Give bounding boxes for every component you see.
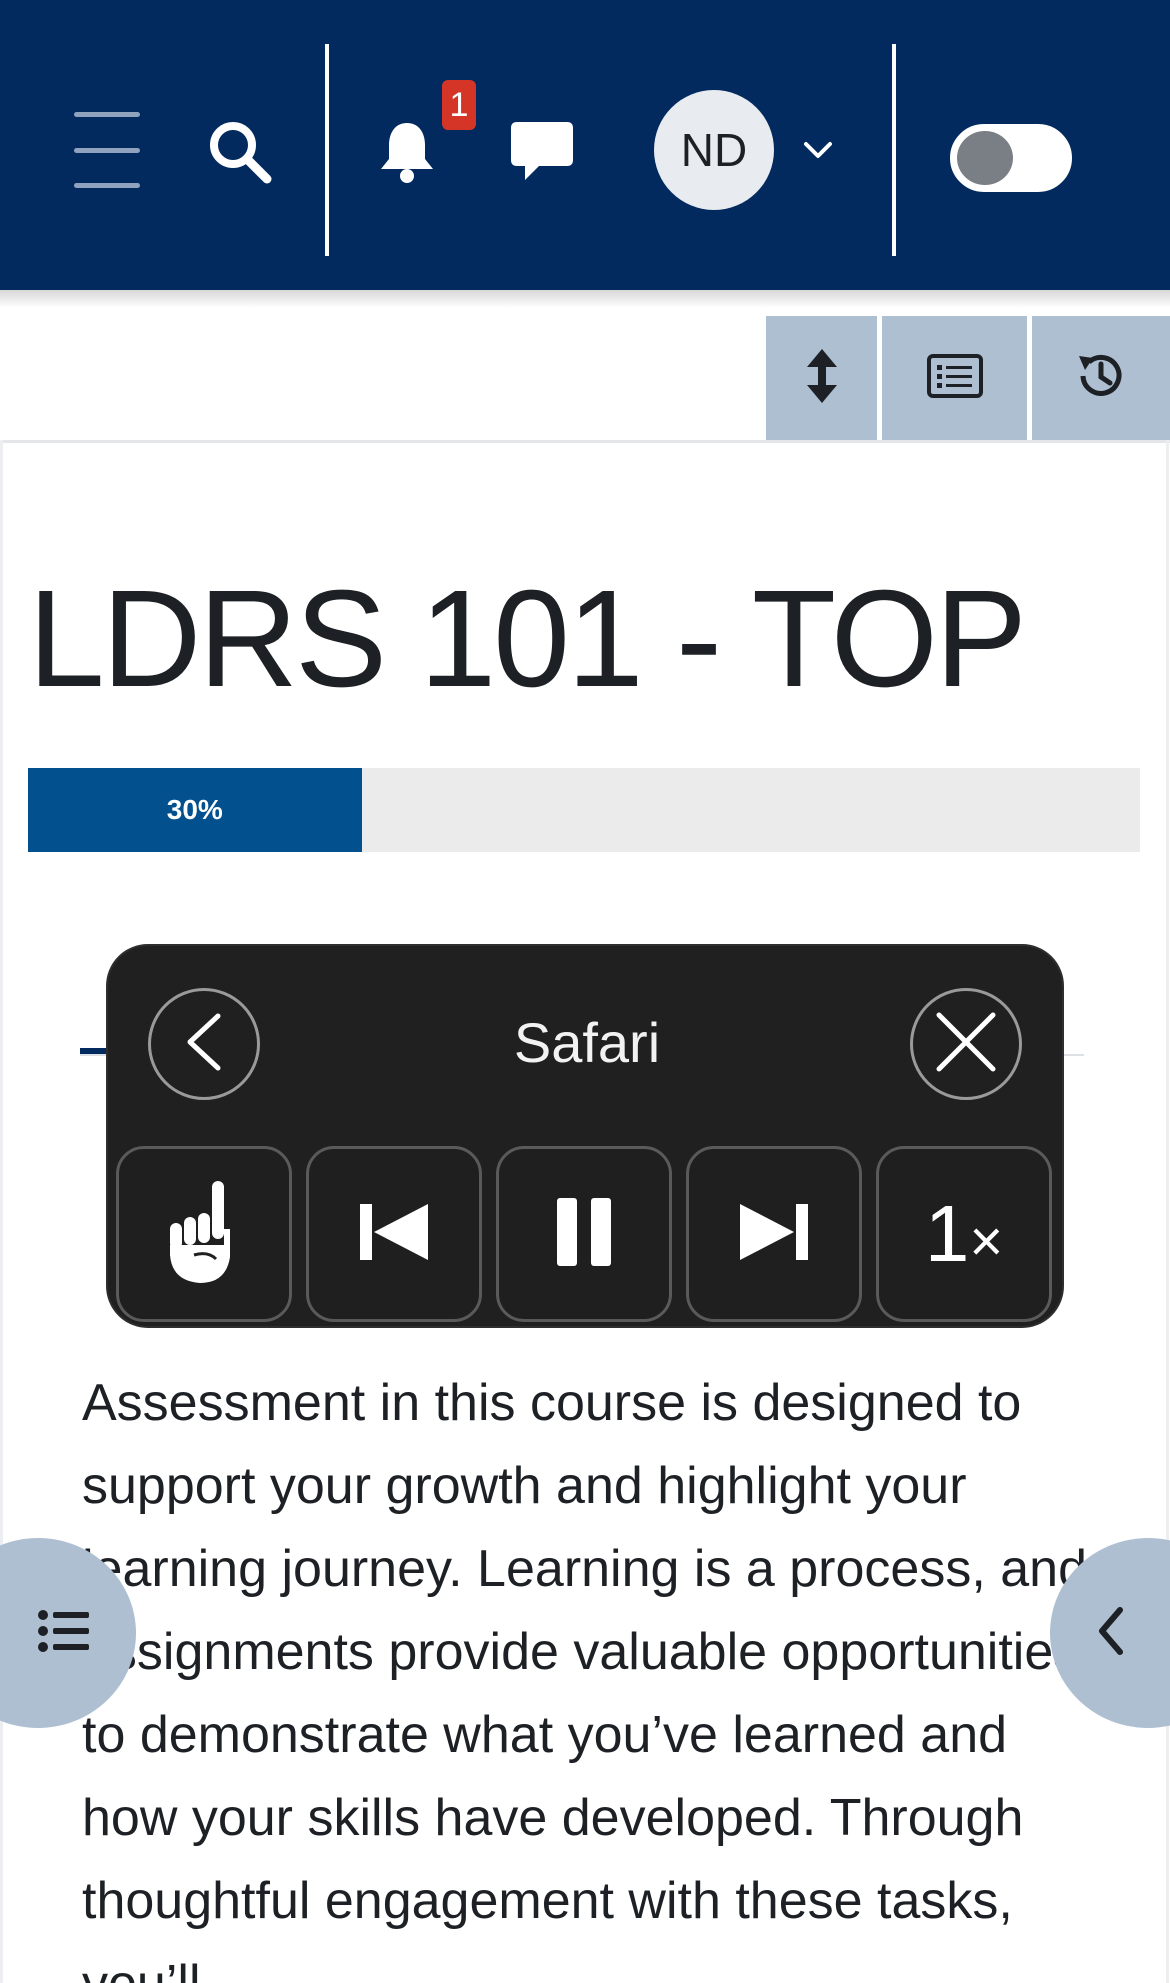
toggle-knob (957, 131, 1013, 185)
avatar[interactable]: ND (654, 90, 774, 210)
chevron-left-icon (1096, 1606, 1126, 1661)
chat-icon[interactable] (506, 114, 578, 190)
history-button[interactable] (1032, 316, 1170, 440)
progress-fill: 30% (28, 768, 362, 852)
navbar-divider (325, 44, 329, 256)
expand-vertical-icon (805, 347, 839, 410)
top-navbar: 1 ND (0, 0, 1170, 290)
hamburger-icon[interactable] (64, 112, 150, 188)
speech-controller: Safari 1× (106, 944, 1064, 1328)
chevron-down-icon[interactable] (800, 130, 836, 170)
pause-button[interactable] (496, 1146, 672, 1322)
navbar-divider (892, 44, 896, 256)
skip-back-icon (356, 1200, 432, 1269)
course-title: LDRS 101 - TOP (28, 562, 1027, 716)
playback-rate-value: 1 (924, 1189, 970, 1278)
content-top-border (0, 440, 1170, 443)
close-button[interactable] (910, 988, 1022, 1100)
pointer-button[interactable] (116, 1146, 292, 1322)
navbar-shadow (0, 290, 1170, 308)
page: 1 ND LDRS 101 - TOP 30% Assessment in th… (0, 0, 1170, 1983)
progress-bar: 30% (28, 768, 1140, 852)
content-left-border (0, 440, 3, 1983)
playback-rate-button[interactable]: 1× (876, 1146, 1052, 1322)
pointer-hand-icon (164, 1177, 244, 1292)
outline-button[interactable] (882, 316, 1030, 440)
skip-forward-icon (736, 1200, 812, 1269)
skip-forward-button[interactable] (686, 1146, 862, 1322)
history-icon (1073, 348, 1129, 409)
dark-mode-toggle[interactable] (950, 124, 1072, 192)
close-icon (933, 1009, 999, 1080)
notification-badge: 1 (442, 80, 476, 130)
search-icon[interactable] (200, 112, 280, 192)
playback-rate: 1× (925, 1188, 1003, 1280)
playback-rate-suffix: × (969, 1209, 1004, 1274)
skip-back-button[interactable] (306, 1146, 482, 1322)
expand-button[interactable] (766, 316, 880, 440)
list-icon (926, 353, 984, 404)
list-icon (38, 1609, 90, 1658)
content-right-border (1166, 440, 1169, 1983)
assessment-paragraph: Assessment in this course is designed to… (82, 1374, 1087, 1983)
pause-icon (555, 1196, 613, 1273)
bell-icon[interactable] (372, 112, 442, 192)
